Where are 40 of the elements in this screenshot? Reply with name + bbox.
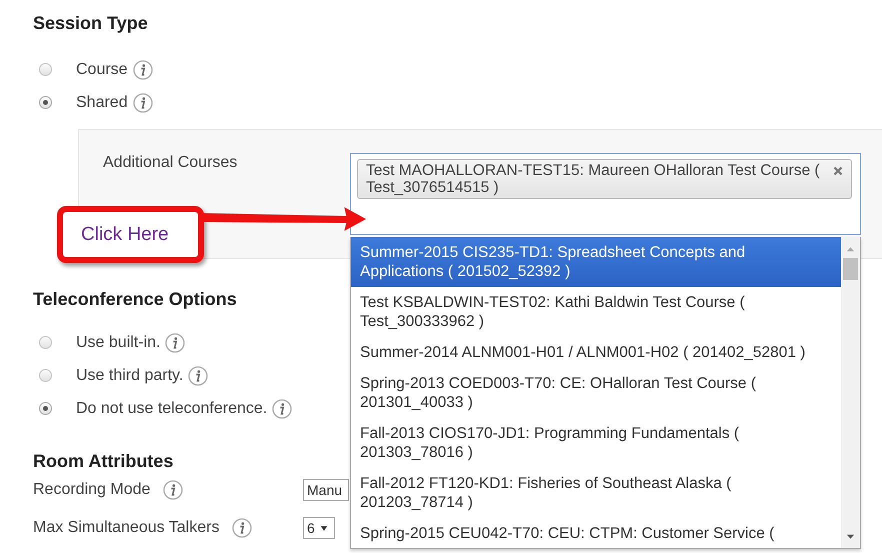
field-label: Additional Courses: [103, 153, 238, 173]
scrollbar-thumb[interactable]: [843, 258, 858, 280]
course-option[interactable]: Fall-2012 FT120-KD1: Fisheries of Southeast Alaska ( 201203_78714 ): [351, 468, 810, 518]
radio-label: Do not use teleconference.: [76, 400, 268, 418]
course-option[interactable]: Test KSBALDWIN-TEST02: Kathi Baldwin Test Course ( Test_300333962 ): [351, 287, 810, 337]
radio-label: Use built-in.: [76, 334, 160, 352]
info-icon[interactable]: [165, 332, 186, 352]
recording-mode-select[interactable]: Manu: [303, 479, 350, 501]
course-option[interactable]: Summer-2014 ALNM001-H01 / ALNM001-H02 ( 201402_52801 ): [351, 337, 810, 368]
course-option[interactable]: Fall-2013 CIOS170-JD1: Programming Fundamentals ( 201303_78016 ): [351, 418, 810, 468]
info-icon[interactable]: [132, 92, 153, 112]
radio-button[interactable]: [39, 369, 52, 382]
scrollbar[interactable]: [841, 237, 860, 548]
course-option[interactable]: Spring-2013 COED003-T70: CE: OHalloran Test Course ( 201301_40033 ): [351, 368, 810, 418]
field-label: Recording Mode: [33, 481, 150, 499]
field-label: Max Simultaneous Talkers: [33, 519, 220, 537]
radio-button[interactable]: [39, 402, 52, 415]
talkers-select[interactable]: 6: [303, 517, 335, 539]
radio-button[interactable]: [39, 336, 52, 349]
course-multiselect-field[interactable]: Test MAOHALLORAN-TEST15: Maureen OHalloran Test Course ( Test_3076514515 ): [350, 153, 861, 235]
section-heading: Session Type: [33, 13, 148, 33]
section-heading: Room Attributes: [33, 451, 174, 471]
info-icon[interactable]: [132, 60, 153, 80]
close-icon[interactable]: [833, 166, 843, 176]
course-option[interactable]: Summer-2015 CIS235-TD1: Spreadsheet Concepts and Applications ( 201502_52392 ): [351, 237, 841, 287]
radio-button[interactable]: [39, 96, 52, 109]
section-heading: Teleconference Options: [33, 289, 237, 309]
info-icon[interactable]: [163, 480, 184, 500]
info-icon[interactable]: [272, 398, 292, 418]
radio-label: Course: [76, 60, 128, 78]
chip-label: Test MAOHALLORAN-TEST15: Maureen OHalloran Test Course ( Test_3076514515 ): [366, 162, 821, 196]
scroll-down-icon[interactable]: [846, 534, 855, 540]
info-icon[interactable]: [188, 366, 208, 386]
radio-label: Use third party.: [76, 366, 184, 384]
caret-icon: [320, 524, 328, 532]
course-option[interactable]: Spring-2015 CEU042-T70: CEU: CTPM: Customer Service (: [351, 518, 810, 548]
click-here-callout: Click Here: [57, 206, 204, 263]
radio-label: Shared: [76, 94, 128, 112]
radio-button[interactable]: [39, 63, 52, 76]
info-icon[interactable]: [232, 518, 252, 538]
